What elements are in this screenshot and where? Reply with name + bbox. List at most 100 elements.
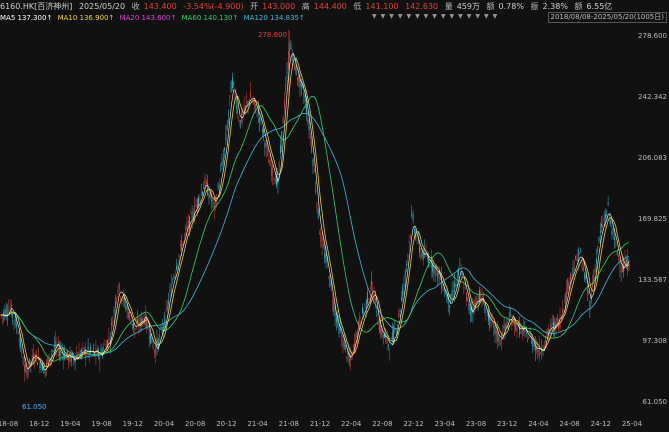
ma120-line <box>0 112 630 359</box>
candle-body <box>506 321 508 326</box>
candle-body <box>501 335 502 342</box>
y-tick-label: 278.600 <box>638 32 667 40</box>
candle-body <box>394 328 396 331</box>
toolbar-dots-icon[interactable]: ▼▼▼▼▼▼▼▼▼▼▼▼▼▼▼ <box>372 13 501 20</box>
candle-body <box>116 298 118 302</box>
candle-body <box>580 250 582 252</box>
candle-body <box>304 96 306 102</box>
candle-body <box>332 301 333 302</box>
candle-body <box>469 307 471 315</box>
candle-body <box>367 292 368 304</box>
candle-body <box>453 290 454 292</box>
candle-body <box>238 119 240 121</box>
candle-body <box>571 274 573 276</box>
x-tick-label: 20-08 <box>185 420 206 428</box>
candle-body <box>311 146 313 152</box>
candle-body <box>37 362 38 365</box>
candle-body <box>230 81 232 93</box>
x-tick-label: 22-12 <box>403 420 424 428</box>
candle-body <box>173 276 175 279</box>
y-tick-label: 206.083 <box>638 154 667 162</box>
candle-body <box>503 325 505 330</box>
candle-body <box>92 349 94 351</box>
x-tick-label: 19-04 <box>60 420 81 428</box>
candle-body <box>554 321 556 332</box>
candle-body <box>315 190 316 192</box>
y-tick-label: 242.342 <box>638 93 667 101</box>
candle-body <box>310 135 311 138</box>
candle-body <box>477 302 479 304</box>
candle-body <box>499 341 501 346</box>
candle-body <box>584 272 586 279</box>
candle-body <box>528 337 530 340</box>
candle-body <box>411 213 413 217</box>
y-tick-label: 133.567 <box>638 276 667 284</box>
candle-body <box>404 270 406 277</box>
candle-body <box>356 331 358 338</box>
candle-body <box>239 120 241 127</box>
candle-body <box>566 290 567 299</box>
candle-body <box>462 275 463 277</box>
candle-body <box>497 330 498 342</box>
candle-body <box>342 336 344 347</box>
candle-body <box>579 254 580 255</box>
candle-body <box>594 266 596 275</box>
candle-body <box>111 323 112 325</box>
candle-body <box>228 113 229 116</box>
candle-body <box>414 228 415 233</box>
y-tick-label: 97.308 <box>642 337 668 345</box>
candle-body <box>182 241 184 245</box>
candle-body <box>259 117 261 123</box>
candle-body <box>165 308 167 311</box>
candle-body <box>282 116 284 124</box>
candle-body <box>586 288 588 292</box>
candle-body <box>406 263 407 266</box>
candle-body <box>572 267 574 277</box>
candle-body <box>178 254 180 258</box>
candle-body <box>341 334 342 337</box>
candle-body <box>505 324 506 329</box>
candle-body <box>21 347 23 354</box>
candle-body <box>52 350 54 353</box>
candle-body <box>570 273 571 282</box>
candle-body <box>420 253 422 258</box>
candle-body <box>618 255 619 257</box>
candle-body <box>336 317 337 323</box>
candle-body <box>606 213 608 216</box>
candle-body <box>120 297 121 299</box>
candle-body <box>137 319 138 323</box>
candle-body <box>157 338 159 349</box>
candle-body <box>451 289 453 297</box>
candle-body <box>285 84 287 92</box>
candle-body <box>573 269 575 271</box>
candle-body <box>597 246 599 252</box>
candle-body <box>368 299 370 302</box>
candle-body <box>286 71 288 73</box>
candle-body <box>564 294 566 304</box>
ma60-label: MA60 140.130↑ <box>181 14 239 22</box>
x-tick-label: 18-12 <box>29 420 50 428</box>
candle-body <box>343 341 345 350</box>
candle-body <box>235 105 237 109</box>
candle-body <box>603 219 605 221</box>
candle-body <box>87 346 89 351</box>
candle-body <box>40 365 42 370</box>
candle-body <box>568 282 570 289</box>
candle-body <box>152 344 154 349</box>
candle-body <box>371 280 372 285</box>
kline-chart[interactable] <box>0 22 641 418</box>
candle-body <box>427 257 428 260</box>
candle-body <box>333 302 335 312</box>
candle-body <box>229 95 231 98</box>
candle-body <box>611 230 613 235</box>
candle-body <box>334 311 336 317</box>
candle-body <box>271 167 272 176</box>
candle-body <box>287 59 289 69</box>
candle-body <box>221 161 223 167</box>
x-axis: 18-08 18-12 19-04 19-08 19-12 20-04 20-08 20-12… <box>0 418 669 432</box>
candle-body <box>320 232 322 243</box>
candle-body <box>583 266 584 271</box>
candle-body <box>219 184 220 187</box>
ma60-line <box>0 95 629 362</box>
candle-body <box>208 194 210 199</box>
